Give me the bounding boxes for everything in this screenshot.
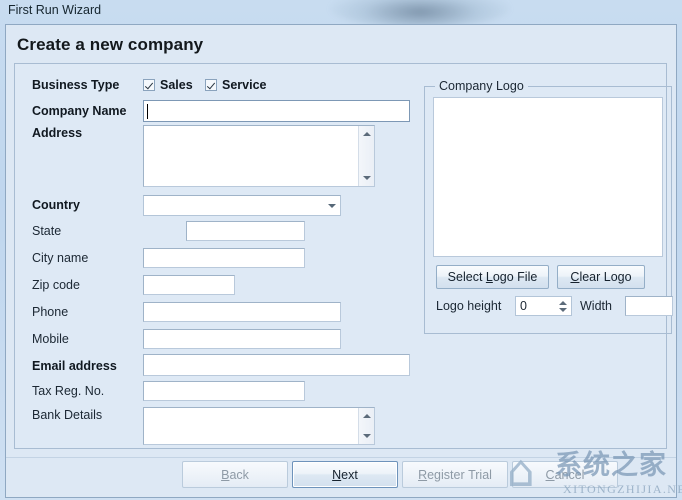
window-titlebar[interactable]: First Run Wizard: [0, 0, 682, 24]
label-business-type: Business Type: [32, 78, 120, 92]
clear-logo-mnemonic: C: [570, 270, 580, 284]
cancel-button[interactable]: Cancel: [512, 461, 618, 488]
label-address: Address: [32, 126, 83, 140]
scroll-down-icon[interactable]: [359, 170, 375, 186]
checkbox-service[interactable]: Service: [205, 78, 266, 92]
back-button[interactable]: Back: [182, 461, 288, 488]
address-textarea[interactable]: [143, 125, 375, 187]
next-button[interactable]: Next: [292, 461, 398, 488]
company-logo-group: Company Logo Select Logo File Clear Logo…: [424, 79, 673, 334]
logo-height-stepper[interactable]: 0: [515, 296, 572, 316]
label-phone: Phone: [32, 305, 69, 319]
tax-reg-no-input[interactable]: [143, 381, 305, 401]
checkbox-sales-label: Sales: [160, 78, 193, 92]
address-scrollbar[interactable]: [358, 126, 374, 186]
clear-logo-button[interactable]: Clear Logo: [557, 265, 645, 289]
country-select[interactable]: [143, 195, 341, 216]
first-run-wizard-dialog: Create a new company Business Type Sales…: [5, 24, 677, 498]
chevron-down-icon[interactable]: [323, 196, 340, 215]
cancel-mnemonic: C: [545, 467, 555, 482]
checkbox-sales-box[interactable]: [143, 79, 155, 91]
email-address-input[interactable]: [143, 354, 410, 376]
checkbox-service-box[interactable]: [205, 79, 217, 91]
register-trial-button[interactable]: Register Trial: [402, 461, 508, 488]
label-company-name: Company Name: [32, 104, 127, 118]
city-name-input[interactable]: [143, 248, 305, 268]
scroll-up-icon[interactable]: [359, 408, 375, 424]
label-state: State: [32, 224, 62, 238]
mobile-input[interactable]: [143, 329, 341, 349]
text-caret: [147, 104, 148, 119]
label-country: Country: [32, 198, 80, 212]
logo-height-value: 0: [520, 299, 527, 313]
window-title: First Run Wizard: [8, 3, 102, 17]
label-city-name: City name: [32, 251, 89, 265]
logo-width-input[interactable]: [625, 296, 673, 316]
checkbox-service-label: Service: [222, 78, 267, 92]
label-zip-code: Zip code: [32, 278, 80, 292]
phone-input[interactable]: [143, 302, 341, 322]
next-mnemonic: N: [332, 467, 342, 482]
select-logo-file-button[interactable]: Select Logo File: [436, 265, 549, 289]
label-logo-height: Logo height: [436, 299, 502, 313]
label-email-address: Email address: [32, 359, 117, 373]
label-mobile: Mobile: [32, 332, 69, 346]
label-tax-reg-no: Tax Reg. No.: [32, 384, 105, 398]
logo-preview[interactable]: [433, 97, 663, 257]
back-mnemonic: B: [221, 467, 230, 482]
scroll-up-icon[interactable]: [359, 126, 375, 142]
label-bank-details: Bank Details: [32, 408, 103, 422]
zip-code-input[interactable]: [143, 275, 235, 295]
state-input[interactable]: [186, 221, 305, 241]
company-logo-group-title: Company Logo: [435, 79, 528, 93]
bank-details-textarea[interactable]: [143, 407, 375, 445]
footer-divider: [6, 457, 676, 458]
register-trial-mnemonic: R: [418, 467, 428, 482]
label-logo-width: Width: [580, 299, 612, 313]
checkbox-sales[interactable]: Sales: [143, 78, 193, 92]
page-title: Create a new company: [17, 35, 204, 54]
screen: First Run Wizard Create a new company Bu…: [0, 0, 682, 500]
select-logo-mnemonic: L: [485, 270, 493, 284]
bank-details-scrollbar[interactable]: [358, 408, 374, 444]
company-details-group: Business Type Sales Service Company Name…: [14, 63, 673, 449]
stepper-down-icon[interactable]: [559, 307, 567, 312]
company-name-input[interactable]: [143, 100, 410, 122]
stepper-up-icon[interactable]: [559, 300, 567, 305]
stepper-arrows[interactable]: [557, 297, 569, 315]
scroll-down-icon[interactable]: [359, 428, 375, 444]
